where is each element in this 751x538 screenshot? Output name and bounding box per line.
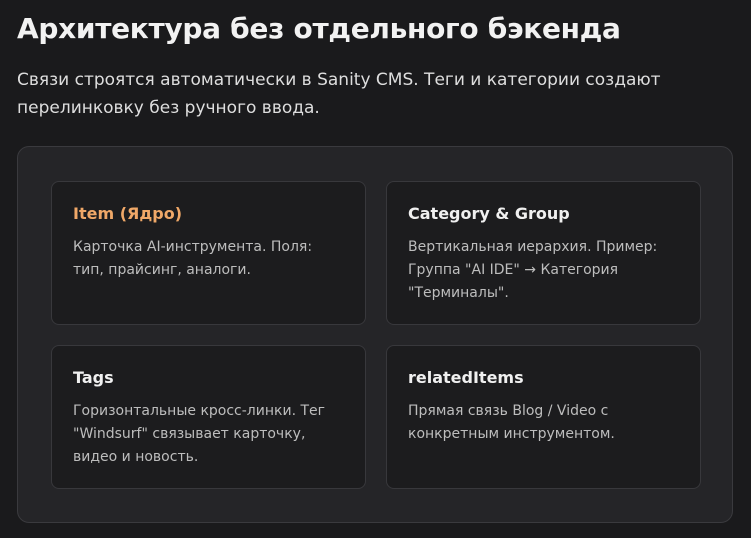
page-intro: Связи строятся автоматически в Sanity CM… <box>17 70 661 118</box>
card-category-group: Category & Group Вертикальная иерархия. … <box>386 181 701 325</box>
card-description: Прямая связь Blog / Video с конкретным и… <box>408 403 615 442</box>
card-title: Item (Ядро) <box>73 204 183 223</box>
page-title: Архитектура без отдельного бэкенда <box>17 12 621 45</box>
card-tags: Tags Горизонтальные кросс-линки. Тег "Wi… <box>51 345 366 489</box>
card-item-core: Item (Ядро) Карточка AI-инструмента. Пол… <box>51 181 366 325</box>
architecture-panel: Item (Ядро) Карточка AI-инструмента. Пол… <box>17 146 733 523</box>
card-title: Tags <box>73 368 114 387</box>
card-title: Category & Group <box>408 204 570 223</box>
card-description: Горизонтальные кросс-линки. Тег "Windsur… <box>73 403 325 465</box>
card-title: relatedItems <box>408 368 524 387</box>
card-description: Вертикальная иерархия. Пример: Группа "A… <box>408 239 658 301</box>
card-description: Карточка AI-инструмента. Поля: тип, прай… <box>73 239 313 278</box>
card-related-items: relatedItems Прямая связь Blog / Video с… <box>386 345 701 489</box>
